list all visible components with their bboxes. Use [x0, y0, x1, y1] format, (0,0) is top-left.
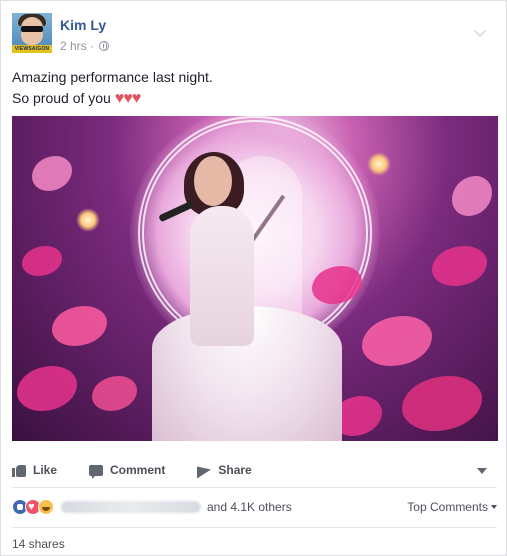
sparkle	[76, 208, 100, 232]
post-text-line2: So proud of you ♥♥♥	[12, 88, 213, 109]
petal	[402, 376, 482, 431]
like-button[interactable]: Like	[12, 463, 57, 477]
haha-reaction-icon	[38, 499, 54, 515]
post-header: VIEWSAIGON Kim Ly 2 hrs ·	[12, 13, 497, 57]
petal	[362, 316, 432, 366]
post-actions: Like Comment Share	[12, 456, 497, 484]
comment-button[interactable]: Comment	[89, 463, 166, 479]
reactions-summary[interactable]: and 4.1K others Top Comments	[12, 496, 497, 518]
avatar-badge-text: VIEWSAIGON	[14, 46, 50, 52]
post-text-line2-label: So proud of you	[12, 90, 111, 106]
petal	[432, 246, 487, 286]
author-name[interactable]: Kim Ly	[60, 17, 106, 33]
petal	[32, 156, 72, 191]
reactors-others[interactable]: and 4.1K others	[207, 500, 292, 514]
singer-body	[190, 206, 254, 346]
share-label: Share	[218, 463, 252, 477]
comment-label: Comment	[110, 463, 166, 477]
share-icon	[197, 463, 211, 477]
sparkle	[367, 152, 391, 176]
like-label: Like	[33, 463, 58, 477]
shares-count[interactable]: 14 shares	[12, 537, 65, 551]
post-photo[interactable]	[12, 116, 498, 441]
petal	[22, 246, 62, 276]
avatar-badge: VIEWSAIGON	[12, 45, 52, 53]
petal	[17, 366, 77, 411]
singer-head	[194, 156, 232, 206]
caret-down-icon	[491, 505, 497, 509]
meta-separator: ·	[89, 39, 94, 53]
blurred-reactor-names	[61, 501, 201, 513]
globe-icon[interactable]	[98, 41, 109, 51]
petal	[52, 306, 107, 346]
facebook-post: VIEWSAIGON Kim Ly 2 hrs · Amazing perfor…	[0, 0, 507, 556]
post-text-line1: Amazing performance last night.	[12, 69, 213, 85]
divider	[12, 527, 497, 528]
reaction-selector-caret-icon[interactable]	[477, 468, 487, 474]
top-comments-label: Top Comments	[407, 500, 488, 514]
like-icon	[12, 463, 26, 477]
post-text: Amazing performance last night. So proud…	[12, 67, 213, 109]
chevron-down-icon[interactable]	[475, 27, 485, 37]
hearts-emoji: ♥♥♥	[114, 90, 141, 107]
share-button[interactable]: Share	[197, 463, 251, 477]
petal	[452, 176, 492, 216]
top-comments-dropdown[interactable]: Top Comments	[407, 500, 497, 514]
comment-icon	[89, 464, 104, 479]
post-meta: 2 hrs ·	[60, 39, 109, 53]
divider	[12, 487, 497, 488]
petal	[92, 376, 137, 411]
post-time[interactable]: 2 hrs	[60, 39, 87, 53]
avatar-glasses	[21, 26, 43, 32]
author-avatar[interactable]: VIEWSAIGON	[12, 13, 52, 53]
